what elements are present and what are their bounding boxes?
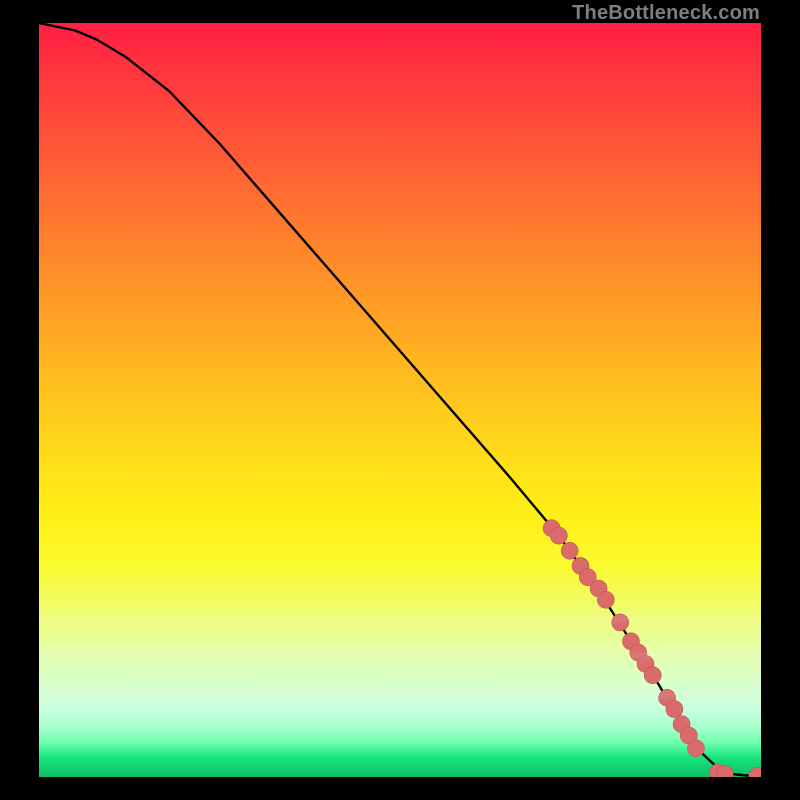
- data-point: [666, 701, 683, 718]
- data-point: [688, 740, 705, 757]
- data-point: [550, 527, 567, 544]
- data-point: [612, 614, 629, 631]
- data-point: [644, 667, 661, 684]
- chart-frame: TheBottleneck.com: [0, 0, 800, 800]
- chart-svg: [39, 23, 761, 777]
- data-point: [561, 542, 578, 559]
- data-point: [597, 591, 614, 608]
- plot-area: [39, 23, 761, 777]
- data-point: [749, 767, 761, 777]
- watermark-text: TheBottleneck.com: [572, 2, 760, 25]
